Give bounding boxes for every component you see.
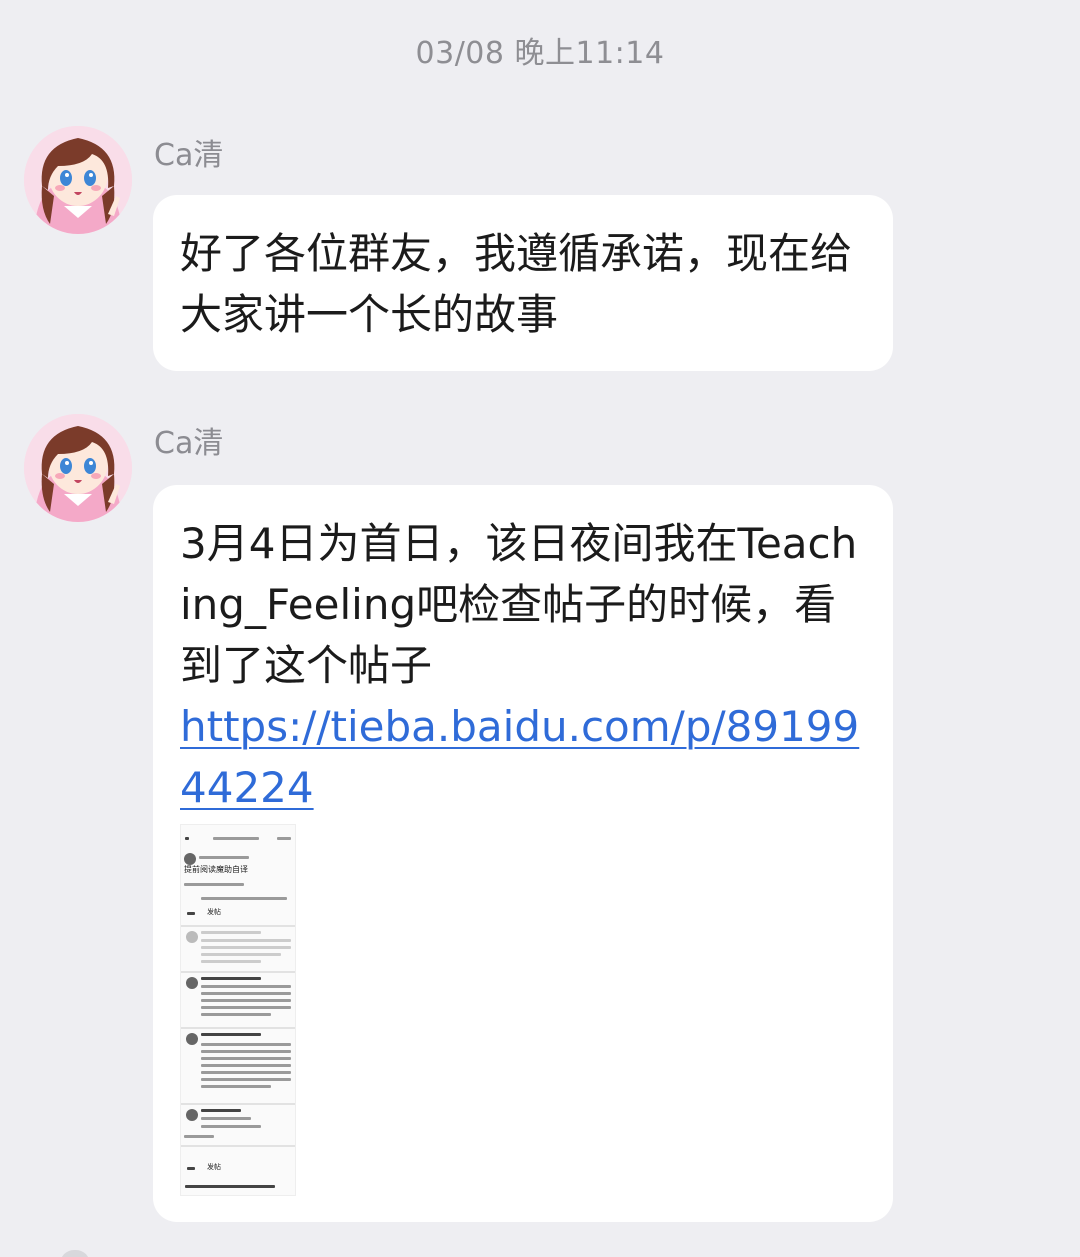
next-avatar-partial bbox=[60, 1250, 90, 1257]
message-text: 好了各位群友，我遵循承诺，现在给大家讲一个长的故事 bbox=[180, 229, 853, 339]
sender-name: Ca清 bbox=[154, 138, 224, 173]
post-title: 提前阅读魔助自译 bbox=[184, 865, 248, 874]
message-text: 3月4日为首日，该日夜间我在Teaching_Feeling吧检查帖子的时候，看… bbox=[180, 519, 858, 690]
message-bubble[interactable]: 3月4日为首日，该日夜间我在Teaching_Feeling吧检查帖子的时候，看… bbox=[153, 485, 893, 1222]
section-header: 发帖 bbox=[207, 908, 221, 916]
avatar-anime-girl-icon bbox=[24, 414, 132, 522]
message-timestamp: 03/08 晚上11:14 bbox=[415, 36, 665, 71]
message-link[interactable]: https://tieba.baidu.com/p/8919944224 bbox=[180, 696, 867, 818]
bottom-section-header: 发帖 bbox=[207, 1163, 221, 1171]
avatar[interactable] bbox=[24, 414, 132, 522]
avatar-anime-girl-icon bbox=[24, 126, 132, 234]
message-bubble[interactable]: 好了各位群友，我遵循承诺，现在给大家讲一个长的故事 bbox=[153, 195, 893, 371]
sender-name: Ca清 bbox=[154, 426, 224, 461]
screenshot-attachment[interactable]: 提前阅读魔助自译 发帖 发帖 bbox=[180, 824, 296, 1196]
chat-window: 03/08 晚上11:14 Ca清 好了各位群友，我遵循承诺，现在给大家讲一个长… bbox=[0, 0, 1080, 1257]
avatar[interactable] bbox=[24, 126, 132, 234]
